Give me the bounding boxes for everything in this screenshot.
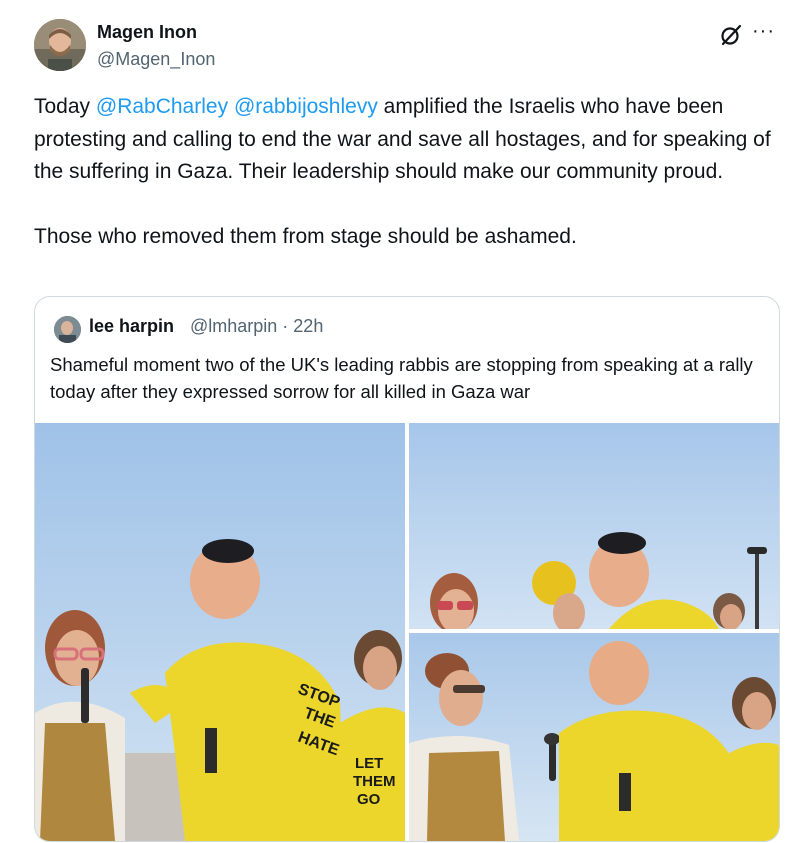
grok-slash-icon[interactable] (719, 23, 743, 47)
quoted-tweet-text: Shameful moment two of the UK's leading … (50, 354, 753, 402)
media-image-3[interactable] (409, 633, 779, 841)
author-name[interactable]: Magen Inon (97, 22, 197, 43)
media-grid: STOP THE HATE LET THEM GO (35, 423, 779, 841)
author-avatar[interactable] (34, 19, 86, 71)
tweet-text-intro: Today (34, 95, 96, 118)
tweet-header: Magen Inon @Magen_Inon ··· (0, 0, 800, 80)
svg-text:THEM: THEM (353, 773, 396, 790)
media-image-1[interactable]: STOP THE HATE LET THEM GO (35, 423, 405, 841)
mention-rabbijoshlevy[interactable]: @rabbijoshlevy (234, 95, 378, 118)
svg-text:GO: GO (357, 791, 381, 808)
quoted-author-avatar[interactable] (54, 316, 81, 343)
quoted-author-meta[interactable]: @lmharpin · 22h (190, 316, 323, 337)
tweet-paragraph-1: Today @RabCharley @rabbijoshlevy amplifi… (34, 91, 786, 189)
more-horizontal-icon[interactable]: ··· (752, 20, 775, 43)
media-image-2[interactable] (409, 423, 779, 629)
author-handle[interactable]: @Magen_Inon (97, 49, 215, 70)
tweet-text: Today @RabCharley @rabbijoshlevy amplifi… (34, 91, 786, 254)
quoted-tweet[interactable]: lee harpin @lmharpin · 22h Shameful mome… (34, 296, 780, 842)
mention-rabcharley[interactable]: @RabCharley (96, 95, 228, 118)
quoted-author-name[interactable]: lee harpin (89, 316, 174, 337)
svg-text:LET: LET (355, 755, 383, 772)
tweet-paragraph-2: Those who removed them from stage should… (34, 225, 577, 248)
